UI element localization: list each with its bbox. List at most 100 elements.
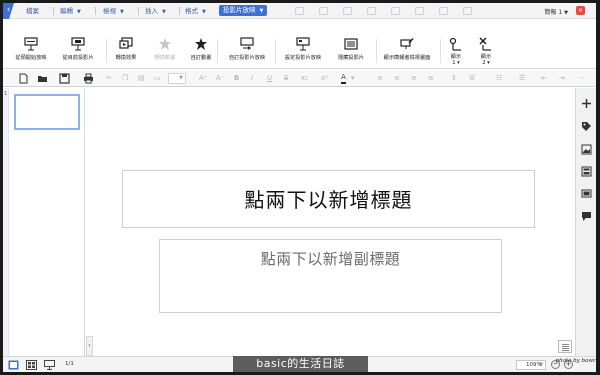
- menu-slideshow[interactable]: 投影片放映 ▼: [219, 5, 268, 16]
- document-title[interactable]: 簡報 1 ▼: [544, 7, 568, 16]
- new-document-icon[interactable]: [18, 73, 29, 84]
- save-icon[interactable]: [59, 73, 70, 84]
- italic-icon[interactable]: I: [251, 73, 253, 84]
- format-toolbar: ✂ ❐ ▤ ▭ ▼ A⁺ A⁻ B I U S x₂ x² A ▾ ≡ ≡ ≡ …: [3, 70, 596, 87]
- comment-icon[interactable]: [581, 211, 592, 222]
- present-from-current-button[interactable]: 從目前投影片: [52, 37, 104, 61]
- menu-edit[interactable]: 編輯 ▼: [60, 6, 81, 16]
- chevron-down-icon: ▾: [485, 60, 490, 66]
- chevron-down-icon: ▼: [202, 9, 206, 15]
- strikethrough-icon[interactable]: S: [284, 73, 288, 84]
- normal-view-icon[interactable]: [8, 360, 19, 370]
- menu-divider: [95, 7, 96, 15]
- justify-icon[interactable]: ≡: [428, 73, 434, 84]
- quick-table-icon[interactable]: [295, 7, 304, 15]
- chevron-down-icon: ▼: [539, 362, 543, 368]
- title-placeholder[interactable]: 點兩下以新增標題: [122, 170, 535, 228]
- hide-screen-button[interactable]: 顯示 2 ▾: [477, 37, 495, 66]
- show-screen-button[interactable]: 顯示 1 ▾: [447, 37, 465, 66]
- chevron-down-icon: ▼: [120, 9, 124, 15]
- chevron-down-icon: ▼: [162, 9, 166, 15]
- underline-icon[interactable]: U: [267, 73, 272, 84]
- chevron-down-icon[interactable]: ▾: [351, 73, 355, 84]
- setup-show-button[interactable]: 設定投影片放映: [277, 37, 329, 61]
- right-sidebar: [575, 88, 596, 356]
- decrease-indent-icon[interactable]: ⇤: [541, 73, 547, 84]
- notes-icon[interactable]: [558, 340, 572, 353]
- present-from-start-icon: [24, 37, 38, 51]
- hide-slide-button[interactable]: 隱藏投影片: [325, 37, 377, 61]
- zoom-select[interactable]: 109% ▼: [516, 360, 546, 370]
- tag-icon[interactable]: [581, 121, 592, 132]
- superscript-icon[interactable]: x²: [321, 73, 328, 84]
- setup-show-icon: [296, 37, 310, 51]
- align-center-icon[interactable]: ≡: [394, 73, 400, 84]
- quick-shape-icon[interactable]: [319, 7, 328, 15]
- ribbon-divider: [440, 39, 441, 63]
- quick-slide-icon[interactable]: [463, 7, 472, 15]
- font-size-select[interactable]: ▼: [168, 73, 186, 84]
- custom-animation-button[interactable]: 自訂動畫: [175, 37, 227, 61]
- chevron-down-icon: ▼: [77, 9, 81, 15]
- menu-file[interactable]: 檔案: [26, 6, 39, 16]
- print-icon[interactable]: [83, 73, 94, 84]
- watermark: basic的生活日誌: [233, 356, 368, 372]
- image-properties-icon[interactable]: [581, 144, 592, 155]
- slide-layout-icon[interactable]: [581, 166, 592, 177]
- slide-thumbnail[interactable]: [14, 94, 80, 130]
- shrink-font-icon[interactable]: A⁻: [216, 73, 224, 84]
- menu-insert[interactable]: 插入 ▼: [145, 6, 166, 16]
- subscript-icon[interactable]: x₂: [301, 73, 308, 84]
- ribbon-divider: [217, 39, 218, 63]
- chevron-down-icon: ▾: [455, 60, 460, 66]
- quick-image-icon[interactable]: [343, 7, 352, 15]
- menu-view[interactable]: 檢視 ▼: [103, 6, 124, 16]
- present-from-start-button[interactable]: 從頭開始放映: [5, 37, 57, 61]
- open-folder-icon[interactable]: [37, 73, 48, 84]
- collapse-panel-chevron-icon[interactable]: ‹: [86, 336, 93, 356]
- close-button[interactable]: ✕: [576, 6, 585, 15]
- slideshow-ribbon: 從頭開始放映 從目前投影片 轉換效果 轉換動畫 自訂動畫 自訂投影片放映 設定投…: [3, 19, 596, 69]
- presenter-view-button[interactable]: 顯示簡報者檢視畫面: [378, 37, 436, 61]
- align-left-icon[interactable]: ≡: [377, 73, 383, 84]
- quick-comment-icon[interactable]: [415, 7, 424, 15]
- numbering-icon[interactable]: ☰: [519, 73, 525, 84]
- cut-icon[interactable]: ✂: [106, 73, 112, 84]
- slide-design-icon[interactable]: [581, 188, 592, 199]
- presenter-view-icon: [400, 38, 414, 49]
- bold-icon[interactable]: B: [234, 73, 239, 84]
- hide-screen-icon: [479, 37, 491, 51]
- copy-icon[interactable]: ❐: [122, 73, 128, 84]
- format-painter-icon[interactable]: ▭: [154, 73, 161, 84]
- sorter-view-icon[interactable]: [26, 360, 37, 370]
- slide-thumbnail-panel: 1: [3, 88, 85, 356]
- chevron-down-icon: ▼: [259, 8, 264, 14]
- text-direction-icon[interactable]: ⇕: [451, 73, 457, 84]
- custom-show-button[interactable]: 自訂投影片放映: [221, 37, 273, 61]
- slideshow-view-icon[interactable]: [44, 360, 55, 370]
- quick-arrange-icon[interactable]: [439, 7, 448, 15]
- show-screen-icon: [449, 37, 461, 51]
- grow-font-icon[interactable]: A⁺: [199, 73, 207, 84]
- increase-indent-icon[interactable]: ⇥: [559, 73, 565, 84]
- more-icon[interactable]: ⋯: [578, 73, 585, 84]
- animation-icon: [159, 38, 171, 50]
- menu-bar: ‹ 檔案 編輯 ▼ 檢視 ▼ 插入 ▼ 格式 ▼ 投影片放映 ▼ 簡報 1 ▼ ✕: [3, 3, 596, 19]
- quick-chart-icon[interactable]: [367, 7, 376, 15]
- font-color-icon[interactable]: A: [341, 73, 346, 84]
- subtitle-placeholder-text: 點兩下以新增副標題: [260, 250, 401, 268]
- back-chevron-icon[interactable]: ‹: [3, 3, 14, 19]
- paste-icon[interactable]: ▤: [138, 73, 145, 84]
- menu-divider: [138, 7, 139, 15]
- line-spacing-icon[interactable]: ☰: [469, 73, 475, 84]
- bullets-icon[interactable]: ☷: [496, 73, 502, 84]
- align-right-icon[interactable]: ≡: [411, 73, 417, 84]
- quick-textbox-icon[interactable]: [391, 7, 400, 15]
- page-counter: 1/1: [65, 361, 74, 367]
- chevron-down-icon: ▼: [564, 10, 568, 16]
- subtitle-placeholder[interactable]: 點兩下以新增副標題: [159, 239, 502, 313]
- add-icon[interactable]: [581, 98, 592, 109]
- chevron-down-icon: ▼: [179, 75, 183, 81]
- menu-format[interactable]: 格式 ▼: [185, 6, 206, 16]
- present-from-current-icon: [71, 37, 85, 51]
